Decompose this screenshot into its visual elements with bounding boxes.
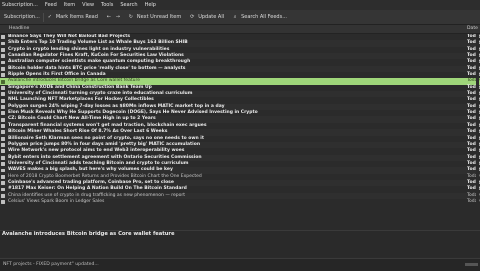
next-unread-icon: ↻: [128, 14, 133, 20]
feed-item-icon: [1, 98, 5, 103]
menu-item-subscription[interactable]: Subscription...: [2, 2, 38, 8]
menu-item-view[interactable]: View: [82, 2, 94, 8]
search-all-feeds-button[interactable]: ⌕ Search All Feeds...: [232, 14, 287, 20]
feed-item-icon: [1, 200, 5, 205]
arrow-left-icon: ←: [106, 14, 111, 20]
status-progress-bar: [465, 263, 478, 266]
feed-item-icon: [1, 162, 5, 166]
menu-bar: Subscription... Feed Item View Tools Search He…: [0, 0, 480, 10]
update-all-label: Update All: [198, 14, 225, 20]
menu-item-item[interactable]: Item: [64, 2, 75, 8]
subscription-menu-button[interactable]: Subscription...: [4, 14, 40, 20]
toolbar-divider: [42, 12, 44, 22]
feed-item-icon: [1, 136, 5, 141]
item-detail-title[interactable]: Avalanche introduces Bitcoin bridge as C…: [2, 231, 175, 237]
menu-item-tools[interactable]: Tools: [101, 2, 113, 8]
feed-item-icon: [1, 187, 5, 192]
status-bar: NFT projects - FIXED payment" updated...: [0, 258, 480, 271]
feed-item-icon: [1, 111, 5, 116]
item-headline: Celsius' Views Spark Boom in Ledger Sale…: [8, 198, 105, 204]
feed-item-icon: [1, 174, 5, 179]
menu-item-search[interactable]: Search: [120, 2, 137, 8]
feed-item-icon: [1, 73, 5, 78]
headline-column-header[interactable]: Headline: [9, 26, 29, 31]
feed-item-icon: [1, 92, 5, 97]
date-column-header[interactable]: Date: [467, 26, 478, 31]
next-unread-label: Next Unread Item: [136, 14, 182, 20]
arrow-right-icon: →: [115, 14, 120, 20]
subscription-menu-label: Subscription...: [4, 14, 40, 20]
checkmark-icon: ✓: [47, 14, 52, 20]
item-list-scrollbar[interactable]: [476, 34, 479, 230]
menu-item-help[interactable]: Help: [145, 2, 156, 8]
feed-item-icon: [1, 35, 5, 40]
feed-item-icon: [1, 47, 5, 52]
feed-item-icon: [1, 54, 5, 59]
feed-item-icon: [1, 168, 5, 173]
search-all-feeds-label: Search All Feeds...: [241, 14, 287, 20]
feed-item-icon: [1, 67, 5, 71]
feed-item-icon: [1, 105, 5, 109]
feed-item-icon: [1, 60, 5, 65]
item-row[interactable]: Celsius' Views Spark Boom in Ledger Sale…: [0, 199, 480, 205]
feed-item-icon: [1, 124, 5, 128]
feed-item-icon: [1, 155, 5, 160]
item-detail-pane: Avalanche introduces Bitcoin bridge as C…: [0, 230, 480, 257]
mark-items-read-button[interactable]: ✓ Mark Items Read: [47, 14, 98, 20]
forward-button[interactable]: →: [115, 14, 124, 20]
feed-item-icon: [1, 130, 5, 135]
feed-item-icon: [1, 117, 5, 122]
next-unread-button[interactable]: ↻ Next Unread Item: [128, 14, 181, 20]
item-list-header: Headline Date: [0, 25, 480, 34]
feed-item-icon: [1, 181, 5, 185]
feed-item-icon: [1, 143, 5, 147]
feed-item-icon: [1, 193, 5, 198]
back-button[interactable]: ←: [106, 14, 115, 20]
menu-item-feed[interactable]: Feed: [45, 2, 57, 8]
update-all-button[interactable]: ⟳ Update All: [189, 14, 224, 20]
feed-item-icon: [1, 86, 5, 90]
feed-item-icon: [1, 41, 5, 46]
feed-item-icon: [1, 79, 5, 84]
refresh-icon: ⟳: [190, 14, 195, 20]
status-message: NFT projects - FIXED payment" updated...: [3, 262, 99, 267]
toolbar: Subscription... ✓ Mark Items Read ← → ↻ …: [0, 10, 480, 25]
feed-item-icon: [1, 149, 5, 154]
item-list[interactable]: Binance Says They Will Not Bailout Bad P…: [0, 34, 480, 230]
mark-items-read-label: Mark Items Read: [55, 14, 98, 20]
search-icon: ⌕: [233, 14, 237, 20]
